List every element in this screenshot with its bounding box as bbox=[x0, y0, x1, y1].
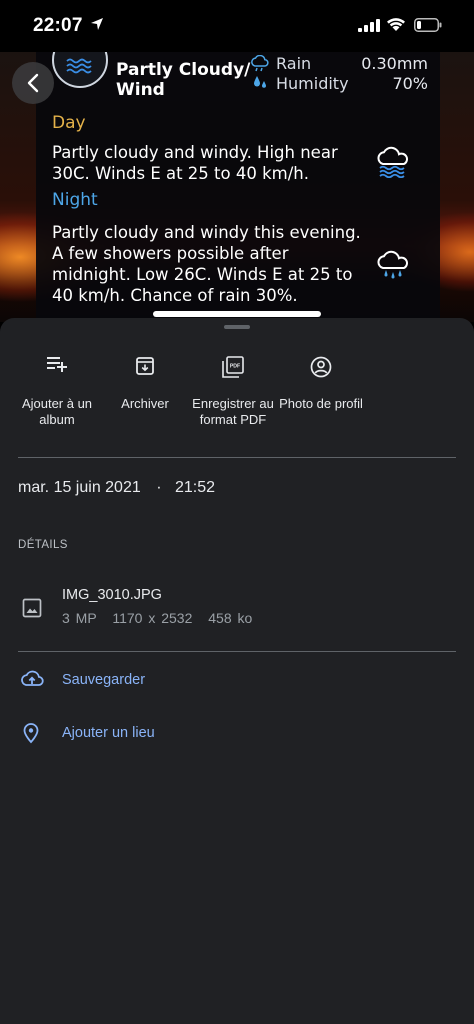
day-heading: Day bbox=[52, 113, 86, 133]
cloud-upload-icon bbox=[21, 670, 44, 686]
status-time: 22:07 bbox=[33, 15, 83, 36]
wind-waves-icon bbox=[66, 58, 92, 74]
photo-date: mar. 15 juin 2021 bbox=[18, 479, 141, 496]
weather-condition: Partly Cloudy/ Wind bbox=[116, 60, 251, 100]
humidity-label: Humidity bbox=[276, 74, 349, 93]
humidity-drops-icon bbox=[254, 76, 266, 88]
file-size: 458 ko bbox=[208, 610, 253, 626]
photo-date-time: mar. 15 juin 2021 · 21:52 bbox=[18, 479, 215, 497]
archive-button[interactable]: Archiver bbox=[95, 348, 195, 412]
add-to-album-button[interactable]: Ajouter à un album bbox=[7, 348, 107, 428]
cloud-wind-icon bbox=[377, 146, 408, 178]
account-circle-icon bbox=[310, 356, 332, 378]
archive-label: Archiver bbox=[121, 396, 169, 411]
file-name: IMG_3010.JPG bbox=[62, 587, 162, 603]
divider bbox=[18, 651, 456, 652]
status-bar: 22:07 bbox=[0, 0, 474, 52]
photo-time: 21:52 bbox=[174, 479, 216, 496]
cloud-rain-icon bbox=[377, 250, 408, 279]
rain-label: Rain bbox=[276, 54, 312, 73]
location-pin-icon bbox=[23, 723, 39, 744]
save-as-pdf-button[interactable]: PDF Enregistrer au format PDF bbox=[183, 348, 283, 428]
profile-photo-label: Photo de profil bbox=[279, 396, 363, 411]
file-metadata: 3 MP 1170 x 2532 458 ko bbox=[62, 610, 252, 626]
cellular-signal-icon bbox=[358, 19, 380, 32]
divider bbox=[18, 457, 456, 458]
day-forecast-text: Partly cloudy and windy. High near 30C. … bbox=[52, 143, 338, 183]
backup-label: Sauvegarder bbox=[62, 672, 146, 688]
file-dimensions: 1170 x 2532 bbox=[112, 610, 193, 626]
wifi-icon bbox=[387, 18, 405, 31]
sheet-drag-handle[interactable] bbox=[224, 325, 250, 329]
add-location-label: Ajouter un lieu bbox=[62, 725, 155, 741]
location-arrow-icon bbox=[91, 18, 103, 30]
rain-value: 0.30mm bbox=[361, 54, 428, 73]
back-button[interactable] bbox=[12, 62, 54, 104]
svg-text:PDF: PDF bbox=[230, 364, 240, 370]
humidity-value: 70% bbox=[392, 74, 428, 93]
night-heading: Night bbox=[52, 190, 98, 210]
save-as-pdf-label: Enregistrer au format PDF bbox=[192, 396, 274, 427]
date-separator: · bbox=[156, 479, 162, 496]
details-heading: DÉTAILS bbox=[18, 539, 68, 551]
night-forecast-text: Partly cloudy and windy this evening. A … bbox=[52, 223, 361, 305]
pdf-icon: PDF bbox=[222, 356, 244, 378]
photo-preview[interactable]: Partly Cloudy/ Wind Rain 0.30mm Humidity… bbox=[0, 52, 474, 322]
profile-photo-button[interactable]: Photo de profil bbox=[271, 348, 371, 412]
archive-icon bbox=[136, 357, 154, 375]
image-icon bbox=[22, 598, 42, 618]
playlist-add-icon bbox=[47, 357, 67, 372]
add-to-album-label: Ajouter à un album bbox=[21, 396, 93, 427]
battery-icon bbox=[414, 18, 442, 32]
chevron-left-icon bbox=[27, 73, 39, 93]
home-indicator bbox=[153, 311, 321, 317]
photo-info-sheet: Ajouter à un album Archiver PDF Enregist… bbox=[0, 318, 474, 1024]
file-megapixels: 3 MP bbox=[62, 610, 97, 626]
rain-cloud-icon bbox=[251, 55, 269, 72]
